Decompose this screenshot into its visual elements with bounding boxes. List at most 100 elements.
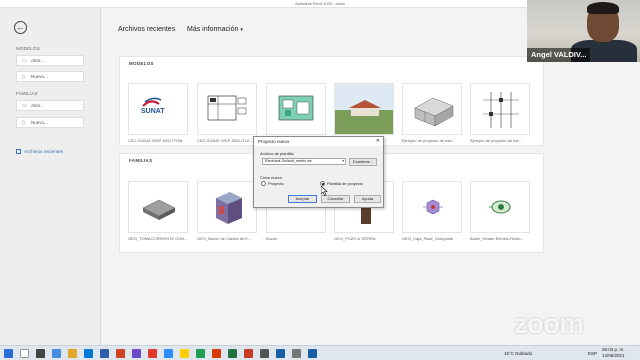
modelos-new-button[interactable]: ▯ Nuevo... xyxy=(16,71,84,82)
new-file-icon: ▯ xyxy=(22,74,25,80)
zoom-icon[interactable] xyxy=(164,349,173,358)
sunat-logo-text: SUNAT xyxy=(141,108,165,115)
radio-project[interactable]: Proyecto xyxy=(261,181,284,186)
family-caption: Boiler_Heater-Electric-Resid... xyxy=(470,236,524,241)
model-preview-image xyxy=(197,83,257,135)
tab-mas-informacion[interactable]: Más información ▾ xyxy=(187,26,243,33)
folder-icon: ▭ xyxy=(22,103,27,109)
tab-mas-informacion-label: Más información xyxy=(187,26,239,33)
edge-icon[interactable] xyxy=(52,349,61,358)
app-icon[interactable] xyxy=(292,349,301,358)
revit-icon[interactable] xyxy=(276,349,285,358)
radio-project-template-label: Plantilla de proyecto xyxy=(327,181,364,186)
model-caption: CEC-SUNAT-WSP-DED-ITLE... xyxy=(197,138,254,143)
create-group-label: Crear nuevo xyxy=(260,175,283,180)
sidebar-heading-modelos: MODELOS xyxy=(16,46,40,51)
teams-icon[interactable] xyxy=(132,349,141,358)
zoom-watermark: zoom xyxy=(514,308,584,339)
help-button[interactable]: Ayuda xyxy=(354,195,381,203)
familias-open-label: Abrir... xyxy=(31,103,45,108)
new-project-dialog: Proyecto nuevo ✕ Archivo de plantilla El… xyxy=(253,136,384,208)
modelos-open-button[interactable]: ▭ Abrir... xyxy=(16,55,84,66)
familias-new-label: Nuevo... xyxy=(31,120,48,125)
cancel-button[interactable]: Cancelar xyxy=(321,195,350,203)
familias-new-button[interactable]: ▯ Nuevo... xyxy=(16,117,84,128)
app-icon[interactable] xyxy=(260,349,269,358)
keyboard-language[interactable]: ESP xyxy=(588,351,597,356)
template-group-label: Archivo de plantilla xyxy=(260,151,294,156)
family-caption: Buzon xyxy=(266,236,278,241)
sidebar-heading-familias: FAMILIAS xyxy=(16,91,38,96)
mouse-cursor-icon xyxy=(321,186,328,196)
tab-archivos-recientes[interactable]: Archivos recientes xyxy=(118,26,175,33)
participant-name: Angel VALDIV... xyxy=(527,48,591,62)
chevron-down-icon: ▾ xyxy=(342,159,344,163)
family-preview-image xyxy=(470,181,530,233)
radio-project-dot xyxy=(261,181,266,186)
model-preview-image xyxy=(266,83,326,135)
model-preview-image: SUNAT xyxy=(128,83,188,135)
ok-button[interactable]: Aceptar xyxy=(288,195,317,203)
familias-open-button[interactable]: ▭ Abrir... xyxy=(16,100,84,111)
model-caption: Ejemplo de proyecto de est... xyxy=(470,138,522,143)
family-caption: GEO_POZO A TIERRA xyxy=(334,236,376,241)
model-thumbnail[interactable]: Ejemplo de proyecto de estr... xyxy=(402,83,462,143)
excel-icon[interactable] xyxy=(228,349,237,358)
family-preview-image xyxy=(402,181,462,233)
folder-icon: ▭ xyxy=(22,58,27,64)
modelos-new-label: Nuevo... xyxy=(31,74,48,79)
file-explorer-icon[interactable] xyxy=(68,349,77,358)
weather-status[interactable]: 15°C Nublado xyxy=(504,351,532,356)
new-file-icon: ▯ xyxy=(22,120,25,126)
family-thumbnail[interactable]: GEO_Caja_Pase_Octogonal xyxy=(402,181,462,241)
model-preview-image xyxy=(334,83,394,135)
pdf-icon[interactable] xyxy=(148,349,157,358)
participant-hair xyxy=(587,2,619,14)
template-select-value: Electrical-Default_metric.rte xyxy=(265,159,312,163)
dialog-title: Proyecto nuevo xyxy=(258,139,290,144)
family-thumbnail[interactable]: Boiler_Heater-Electric-Resid... xyxy=(470,181,530,241)
family-thumbnail[interactable]: GEO_Buzon de Cables de E... xyxy=(197,181,257,241)
webcam-video: Angel VALDIV... xyxy=(527,0,640,62)
family-thumbnail[interactable]: GEO_TOMACORRIENTE CON... xyxy=(128,181,188,241)
family-caption: GEO_Buzon de Cables de E... xyxy=(197,236,252,241)
search-icon[interactable] xyxy=(20,349,29,358)
model-thumbnail[interactable]: CEC-SUNAT-WSP-DED-ITLE... xyxy=(197,83,257,143)
models-section: MODELOS SUNAT CEC-SUNAT-WSP-DED-ITOM... xyxy=(119,56,544,146)
chrome-icon[interactable] xyxy=(180,349,189,358)
radio-project-label: Proyecto xyxy=(268,181,284,186)
word-icon[interactable] xyxy=(100,349,109,358)
app-icon[interactable] xyxy=(212,349,221,358)
recent-files-icon xyxy=(16,149,21,154)
revit-icon[interactable] xyxy=(308,349,317,358)
store-icon[interactable] xyxy=(84,349,93,358)
model-thumbnail[interactable]: SUNAT CEC-SUNAT-WSP-DED-ITOM... xyxy=(128,83,188,143)
sidebar-item-recent-label: Archivos recientes xyxy=(24,150,64,155)
models-section-title: MODELOS xyxy=(129,61,154,66)
sidebar: ← MODELOS ▭ Abrir... ▯ Nuevo... FAMILIAS… xyxy=(0,8,101,345)
model-caption: Ejemplo de proyecto de estr... xyxy=(402,138,455,143)
clock-time[interactable]: 06:03 p. m. xyxy=(602,347,625,352)
family-caption: GEO_Caja_Pase_Octogonal xyxy=(402,236,454,241)
model-caption: CEC-SUNAT-WSP-DED-ITOM... xyxy=(128,138,186,143)
sidebar-item-recent[interactable]: Archivos recientes xyxy=(16,149,63,155)
back-arrow-icon[interactable]: ← xyxy=(14,21,27,34)
app-icon[interactable] xyxy=(196,349,205,358)
clock-date[interactable]: 14/06/2021 xyxy=(602,353,625,358)
browse-button[interactable]: Examinar... xyxy=(349,158,377,166)
template-select[interactable]: Electrical-Default_metric.rte ▾ xyxy=(262,158,346,165)
start-icon[interactable] xyxy=(4,349,13,358)
family-caption: GEO_TOMACORRIENTE CON... xyxy=(128,236,188,241)
close-icon[interactable]: ✕ xyxy=(376,137,380,146)
model-thumbnail[interactable]: CEC-SUNAT-WSP-DED-ITLE... xyxy=(266,83,326,143)
modelos-open-label: Abrir... xyxy=(31,58,45,63)
taskbar: 15°C Nublado ESP 06:03 p. m. 14/06/2021 xyxy=(0,345,640,360)
autocad-icon[interactable] xyxy=(244,349,253,358)
revit-home-screen: Autodesk Revit 2020 - Inicio – □ ✕ ← MOD… xyxy=(0,0,640,360)
model-thumbnail[interactable] xyxy=(334,83,394,138)
family-preview-image xyxy=(128,181,188,233)
powerpoint-icon[interactable] xyxy=(116,349,125,358)
model-preview-image xyxy=(470,83,530,135)
model-thumbnail[interactable]: Ejemplo de proyecto de est... xyxy=(470,83,530,143)
task-view-icon[interactable] xyxy=(36,349,45,358)
